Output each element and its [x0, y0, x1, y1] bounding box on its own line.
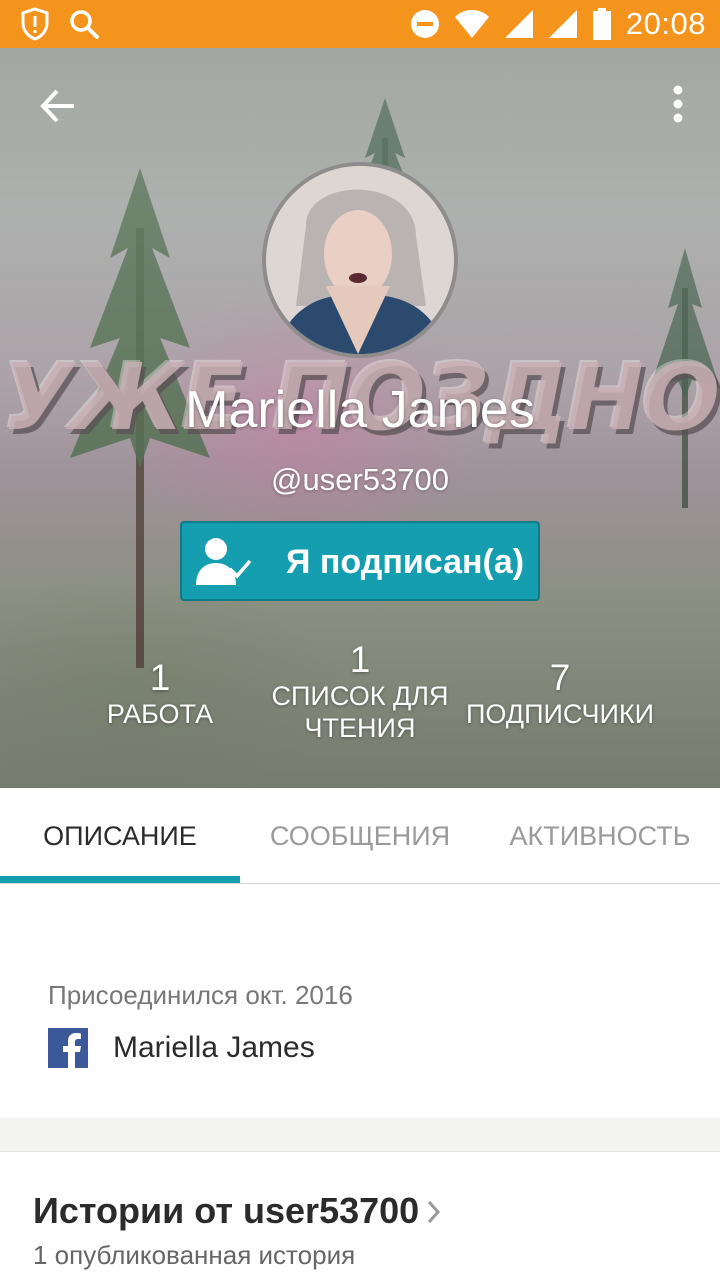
- stories-section: Истории от user53700 1 опубликованная ис…: [0, 1152, 720, 1280]
- stat-works[interactable]: 1 РАБОТА: [60, 658, 260, 730]
- stories-title[interactable]: Истории от user53700: [33, 1190, 419, 1232]
- profile-header: УЖЕ ПОЗДНО Mariella James @user53700 Я п…: [0, 48, 720, 788]
- joined-date: Присоединился окт. 2016: [48, 980, 353, 1010]
- status-time: 20:08: [625, 6, 706, 41]
- stat-followers[interactable]: 7 ПОДПИСЧИКИ: [460, 658, 660, 730]
- signal-icon: [548, 9, 578, 39]
- stat-reading-lists-count: 1: [349, 639, 371, 680]
- profile-username: @user53700: [271, 462, 449, 497]
- stat-followers-label: ПОДПИСЧИКИ: [465, 699, 655, 729]
- more-vertical-icon: [673, 85, 683, 123]
- following-button-label: Я подписан(а): [286, 543, 525, 581]
- battery-icon: [592, 8, 612, 40]
- status-left-icons: [20, 7, 100, 41]
- tab-activity[interactable]: АКТИВНОСТЬ: [480, 788, 720, 884]
- profile-tabs: ОПИСАНИЕ СООБЩЕНИЯ АКТИВНОСТЬ: [0, 788, 720, 884]
- status-right-icons: 20:08: [410, 6, 706, 42]
- back-button[interactable]: [30, 84, 82, 128]
- section-divider: [0, 1118, 720, 1152]
- following-button[interactable]: Я подписан(а): [180, 521, 540, 601]
- do-not-disturb-icon: [410, 9, 440, 39]
- user-check-icon: [196, 538, 252, 585]
- avatar[interactable]: [262, 162, 458, 358]
- chevron-right-icon[interactable]: [426, 1198, 442, 1226]
- stat-reading-lists[interactable]: 1 СПИСОК ДЛЯ ЧТЕНИЯ: [250, 640, 470, 744]
- tab-about[interactable]: ОПИСАНИЕ: [0, 788, 240, 884]
- facebook-name: Mariella James: [113, 1031, 315, 1064]
- status-bar: 20:08: [0, 0, 720, 48]
- facebook-icon: [48, 1028, 88, 1068]
- more-options-button[interactable]: [666, 84, 690, 128]
- stat-followers-count: 7: [549, 657, 571, 698]
- facebook-link[interactable]: Mariella James: [48, 1028, 315, 1068]
- tab-messages[interactable]: СООБЩЕНИЯ: [240, 788, 480, 884]
- shield-alert-icon: [20, 7, 50, 41]
- signal-icon: [504, 9, 534, 39]
- active-tab-indicator: [0, 876, 240, 883]
- avatar-portrait: [266, 166, 454, 354]
- stat-reading-lists-label: СПИСОК ДЛЯ ЧТЕНИЯ: [271, 681, 449, 743]
- profile-display-name: Mariella James: [185, 381, 535, 439]
- arrow-left-icon: [40, 89, 74, 123]
- stat-works-count: 1: [149, 657, 171, 698]
- wifi-icon: [454, 9, 490, 39]
- about-section: Присоединился окт. 2016 Mariella James: [0, 884, 720, 1118]
- search-icon: [68, 8, 100, 40]
- stat-works-label: РАБОТА: [106, 699, 214, 729]
- stories-count: 1 опубликованная история: [33, 1240, 356, 1270]
